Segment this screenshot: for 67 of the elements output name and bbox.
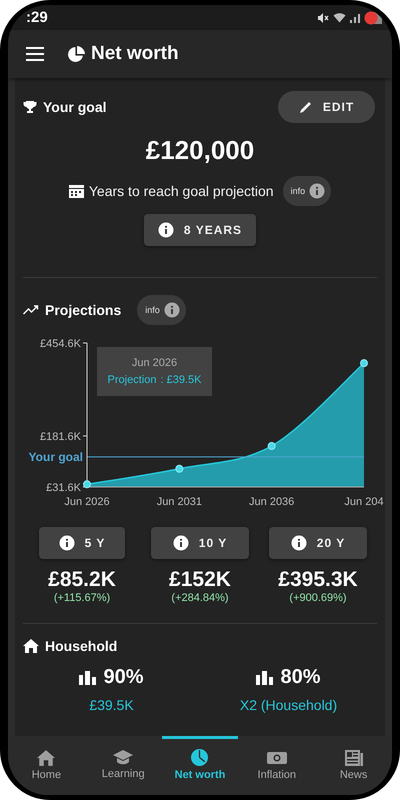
info-button[interactable]: info bbox=[137, 295, 186, 325]
projected-value: £85.2K bbox=[48, 568, 116, 592]
goal-amount: £120,000 bbox=[144, 135, 256, 166]
info-icon bbox=[290, 535, 307, 551]
banknote-icon bbox=[266, 750, 287, 766]
nav-tab[interactable]: News bbox=[315, 736, 392, 791]
x-tick-label: Jun 2036 bbox=[249, 496, 294, 508]
info-icon bbox=[58, 535, 75, 551]
newspaper-icon bbox=[344, 750, 363, 766]
growth-percent: (+284.84%) bbox=[171, 592, 229, 604]
tooltip-value: : £39.5K bbox=[160, 374, 202, 386]
info-icon bbox=[172, 535, 189, 551]
x-tick-label: Jun 204 bbox=[344, 496, 384, 508]
nav-tab[interactable]: Net worth bbox=[162, 736, 238, 791]
graduation-cap-icon bbox=[113, 750, 134, 765]
tooltip-date: Jun 2026 bbox=[132, 357, 178, 369]
info-icon bbox=[164, 302, 180, 318]
wifi-icon bbox=[333, 12, 346, 23]
section-title: Projections bbox=[45, 302, 122, 318]
period-button[interactable]: 20 Y bbox=[268, 527, 368, 559]
bar-chart-icon bbox=[256, 670, 274, 684]
household-percent: 80% bbox=[280, 666, 321, 689]
home-icon bbox=[23, 639, 39, 653]
growth-percent: (+115.67%) bbox=[54, 592, 110, 604]
nav-tab[interactable]: Inflation bbox=[238, 736, 316, 791]
x-tick-label: Jun 2031 bbox=[156, 496, 202, 508]
bar-chart-icon bbox=[79, 670, 98, 684]
y-tick-label: £31.6K bbox=[46, 482, 81, 494]
y-tick-label: £181.6K bbox=[40, 430, 81, 443]
data-point[interactable] bbox=[83, 480, 91, 488]
section-title: Your goal bbox=[43, 99, 107, 115]
projection-label: Years to reach goal projection bbox=[88, 183, 274, 199]
years-button[interactable]: 8 YEARS bbox=[144, 214, 256, 246]
nav-tab[interactable]: Learning bbox=[84, 736, 162, 791]
section-title: Household bbox=[45, 638, 118, 654]
edit-button[interactable]: EDIT bbox=[278, 91, 375, 123]
menu-button[interactable] bbox=[26, 47, 44, 61]
growth-percent: (+900.69%) bbox=[289, 592, 347, 604]
y-tick-label: £454.6K bbox=[40, 338, 81, 350]
projected-value: £152K bbox=[169, 568, 231, 592]
info-icon bbox=[158, 222, 174, 238]
data-point[interactable] bbox=[175, 464, 184, 473]
data-point[interactable] bbox=[268, 442, 276, 450]
period-button[interactable]: 10 Y bbox=[150, 527, 250, 559]
trophy-icon bbox=[23, 100, 37, 114]
info-button[interactable]: info bbox=[282, 176, 332, 206]
trending-up-icon bbox=[23, 305, 39, 315]
status-time: :29 bbox=[26, 9, 48, 26]
nav-tab[interactable]: Home bbox=[8, 736, 85, 791]
info-icon bbox=[309, 183, 326, 199]
x-tick-label: Jun 2026 bbox=[64, 496, 110, 508]
home-icon bbox=[37, 750, 56, 766]
period-button[interactable]: 5 Y bbox=[38, 527, 126, 559]
screen-title: Net worth bbox=[91, 43, 179, 65]
notification-icon bbox=[364, 10, 382, 24]
mute-icon bbox=[317, 12, 329, 24]
pencil-icon bbox=[298, 100, 313, 114]
household-percent: 90% bbox=[103, 666, 144, 689]
household-label: £39.5K bbox=[89, 697, 134, 713]
tooltip-series: Projection bbox=[108, 374, 156, 386]
calendar-icon bbox=[68, 184, 84, 198]
household-label: X2 (Household) bbox=[240, 697, 338, 713]
signal-icon bbox=[350, 12, 360, 22]
menu-icon bbox=[26, 47, 44, 61]
goal-label: Your goal bbox=[28, 450, 83, 464]
data-point[interactable] bbox=[360, 359, 368, 368]
projected-value: £395.3K bbox=[278, 568, 358, 592]
